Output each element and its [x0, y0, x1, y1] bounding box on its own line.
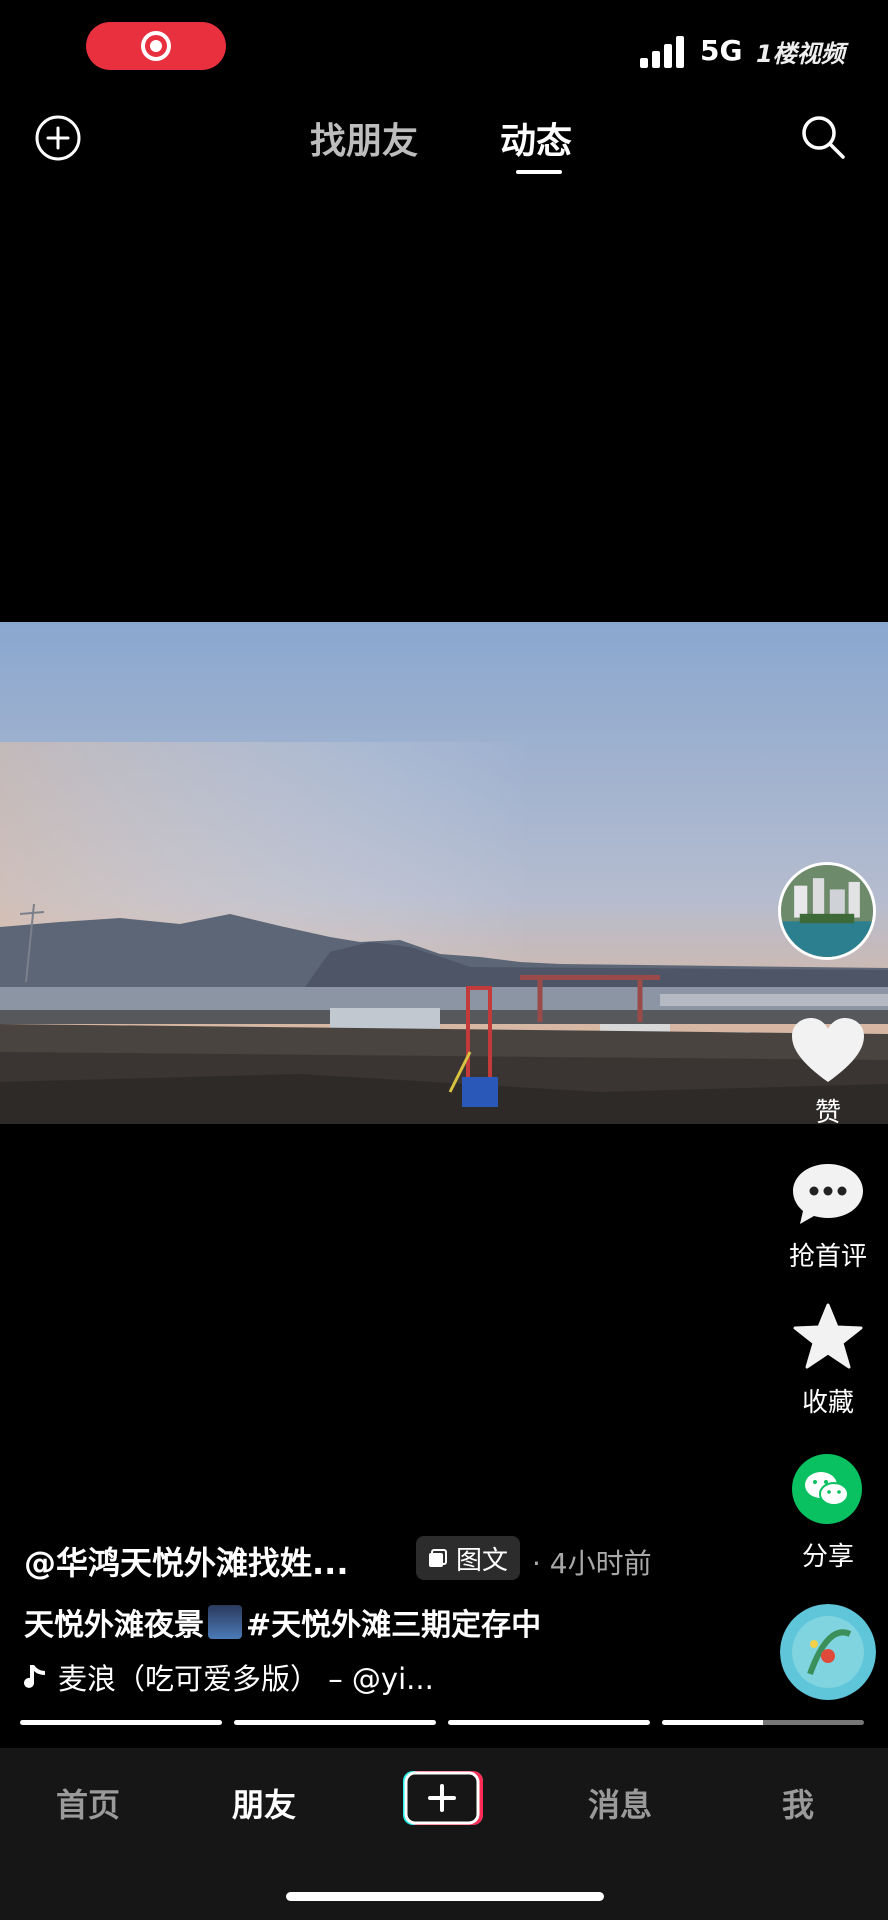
home-indicator: [286, 1892, 604, 1901]
star-icon[interactable]: [792, 1302, 864, 1372]
record-icon: [141, 31, 171, 61]
music-disc-icon[interactable]: [780, 1604, 876, 1700]
comment-label: 抢首评: [788, 1242, 867, 1272]
caption-hashtag[interactable]: #天悦外滩三期定存中: [246, 1600, 541, 1644]
wechat-share-button[interactable]: [792, 1454, 862, 1524]
progress-segment: [234, 1720, 436, 1725]
search-icon[interactable]: [798, 112, 848, 162]
music-note-icon: [24, 1665, 45, 1688]
signal-icon: [640, 36, 684, 68]
favorite-label: 收藏: [801, 1388, 854, 1418]
image-text-icon: [429, 1549, 447, 1567]
nav-me[interactable]: 我: [782, 1780, 814, 1826]
post-photo[interactable]: [0, 622, 888, 1124]
music-title: 麦浪（吃可爱多版） – @yi...: [58, 1662, 434, 1696]
progress-segment: [20, 1720, 222, 1725]
music-info[interactable]: 麦浪（吃可爱多版） – @yi...: [24, 1656, 434, 1698]
tab-dynamics[interactable]: 动态: [500, 112, 572, 164]
comment-icon[interactable]: [790, 1160, 866, 1230]
post-type-badge: 图文: [416, 1536, 521, 1580]
author-name[interactable]: @华鸿天悦外滩找姓...: [24, 1538, 348, 1584]
create-post-button[interactable]: [402, 1770, 484, 1826]
author-avatar[interactable]: [778, 862, 876, 960]
like-count: 赞: [814, 1098, 841, 1128]
nav-messages[interactable]: 消息: [588, 1780, 652, 1826]
active-tab-indicator: [516, 170, 562, 174]
wechat-icon: [805, 1472, 849, 1506]
screen-recording-indicator[interactable]: [86, 22, 226, 70]
network-type: 5G: [700, 34, 743, 67]
nav-friends[interactable]: 朋友: [232, 1780, 296, 1826]
post-type-label: 图文: [456, 1545, 509, 1576]
heart-icon[interactable]: [790, 1016, 866, 1086]
post-caption: 天悦外滩夜景 #天悦外滩三期定存中: [24, 1600, 541, 1644]
tab-find-friends[interactable]: 找朋友: [310, 112, 418, 164]
post-time: · 4小时前: [532, 1547, 652, 1580]
caption-text: 天悦外滩夜景: [24, 1608, 204, 1643]
watermark-logo: 1楼视频: [756, 40, 845, 68]
add-icon[interactable]: [34, 114, 82, 162]
night-city-emoji-icon: [208, 1605, 242, 1639]
progress-segment: [448, 1720, 650, 1725]
nav-home[interactable]: 首页: [56, 1780, 120, 1826]
progress-segment: [662, 1720, 864, 1725]
share-label: 分享: [801, 1542, 854, 1572]
